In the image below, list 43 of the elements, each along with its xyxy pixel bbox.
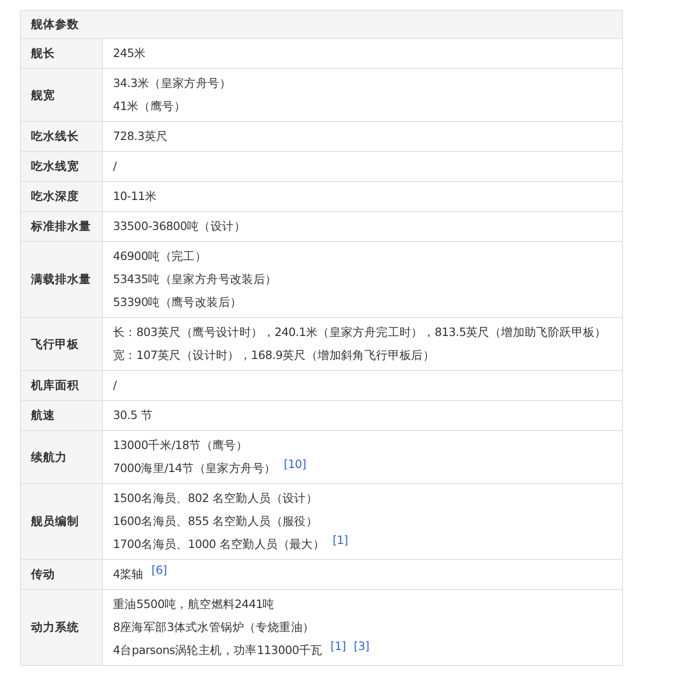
row-label: 航速 bbox=[20, 400, 102, 430]
row-label: 吃水线宽 bbox=[20, 152, 102, 182]
row-label: 标准排水量 bbox=[20, 212, 102, 242]
row-label: 吃水深度 bbox=[20, 182, 102, 212]
value-text: 245米 bbox=[113, 46, 146, 60]
citation-link[interactable]: [10] bbox=[284, 457, 306, 471]
row-label: 机库面积 bbox=[20, 370, 102, 400]
row-label: 飞行甲板 bbox=[20, 318, 102, 370]
value-text: 10-11米 bbox=[113, 189, 157, 203]
value-text: 4桨轴 bbox=[113, 567, 144, 581]
row-label: 舰员编制 bbox=[20, 484, 102, 560]
citation-link[interactable]: [3] bbox=[354, 639, 370, 653]
value-text: 1500名海员、802 名空勤人员（设计） bbox=[113, 491, 318, 505]
citation-link[interactable]: [1] bbox=[332, 533, 348, 547]
value-text: 53435吨（皇家方舟号改装后） bbox=[113, 272, 277, 286]
row-label: 满载排水量 bbox=[20, 242, 102, 318]
value-text: / bbox=[113, 159, 117, 173]
value-text: 46900吨（完工） bbox=[113, 249, 207, 263]
value-text: 34.3米（皇家方舟号） bbox=[113, 76, 232, 90]
value-text: 13000千米/18节（鹰号） bbox=[113, 438, 248, 452]
value-text: 长：803英尺（鹰号设计时），240.1米（皇家方舟完工时），813.5英尺（增加助飞阶跃甲板） bbox=[113, 325, 606, 339]
row-label: 动力系统 bbox=[20, 590, 102, 666]
citation-link[interactable]: [6] bbox=[151, 563, 167, 577]
row-label: 传动 bbox=[20, 560, 102, 590]
value-text: 728.3英尺 bbox=[113, 129, 168, 143]
table-title: 舰体参数 bbox=[20, 10, 622, 38]
value-text: 4台parsons涡轮主机，功率113000千瓦 bbox=[113, 643, 322, 657]
value-text: 30.5 节 bbox=[113, 408, 152, 422]
value-text: 53390吨（鹰号改装后） bbox=[113, 295, 242, 309]
value-text: 1700名海员、1000 名空勤人员（最大） bbox=[113, 537, 325, 551]
value-text: 1600名海员、855 名空勤人员（服役） bbox=[113, 514, 318, 528]
value-text: 8座海军部3体式水管锅炉（专烧重油） bbox=[113, 620, 314, 634]
row-label: 舰宽 bbox=[20, 68, 102, 122]
value-text: 重油5500吨，航空燃料2441吨 bbox=[113, 597, 274, 611]
value-text: 41米（鹰号） bbox=[113, 99, 186, 113]
row-label: 续航力 bbox=[20, 430, 102, 484]
value-text: / bbox=[113, 378, 117, 392]
value-text: 33500-36800吨（设计） bbox=[113, 219, 246, 233]
row-label: 舰长 bbox=[20, 38, 102, 68]
value-text: 7000海里/14节（皇家方舟号） bbox=[113, 461, 276, 475]
value-text: 宽：107英尺（设计时），168.9英尺（增加斜角飞行甲板后） bbox=[113, 348, 435, 362]
citation-link[interactable]: [1] bbox=[330, 639, 346, 653]
row-label: 吃水线长 bbox=[20, 122, 102, 152]
